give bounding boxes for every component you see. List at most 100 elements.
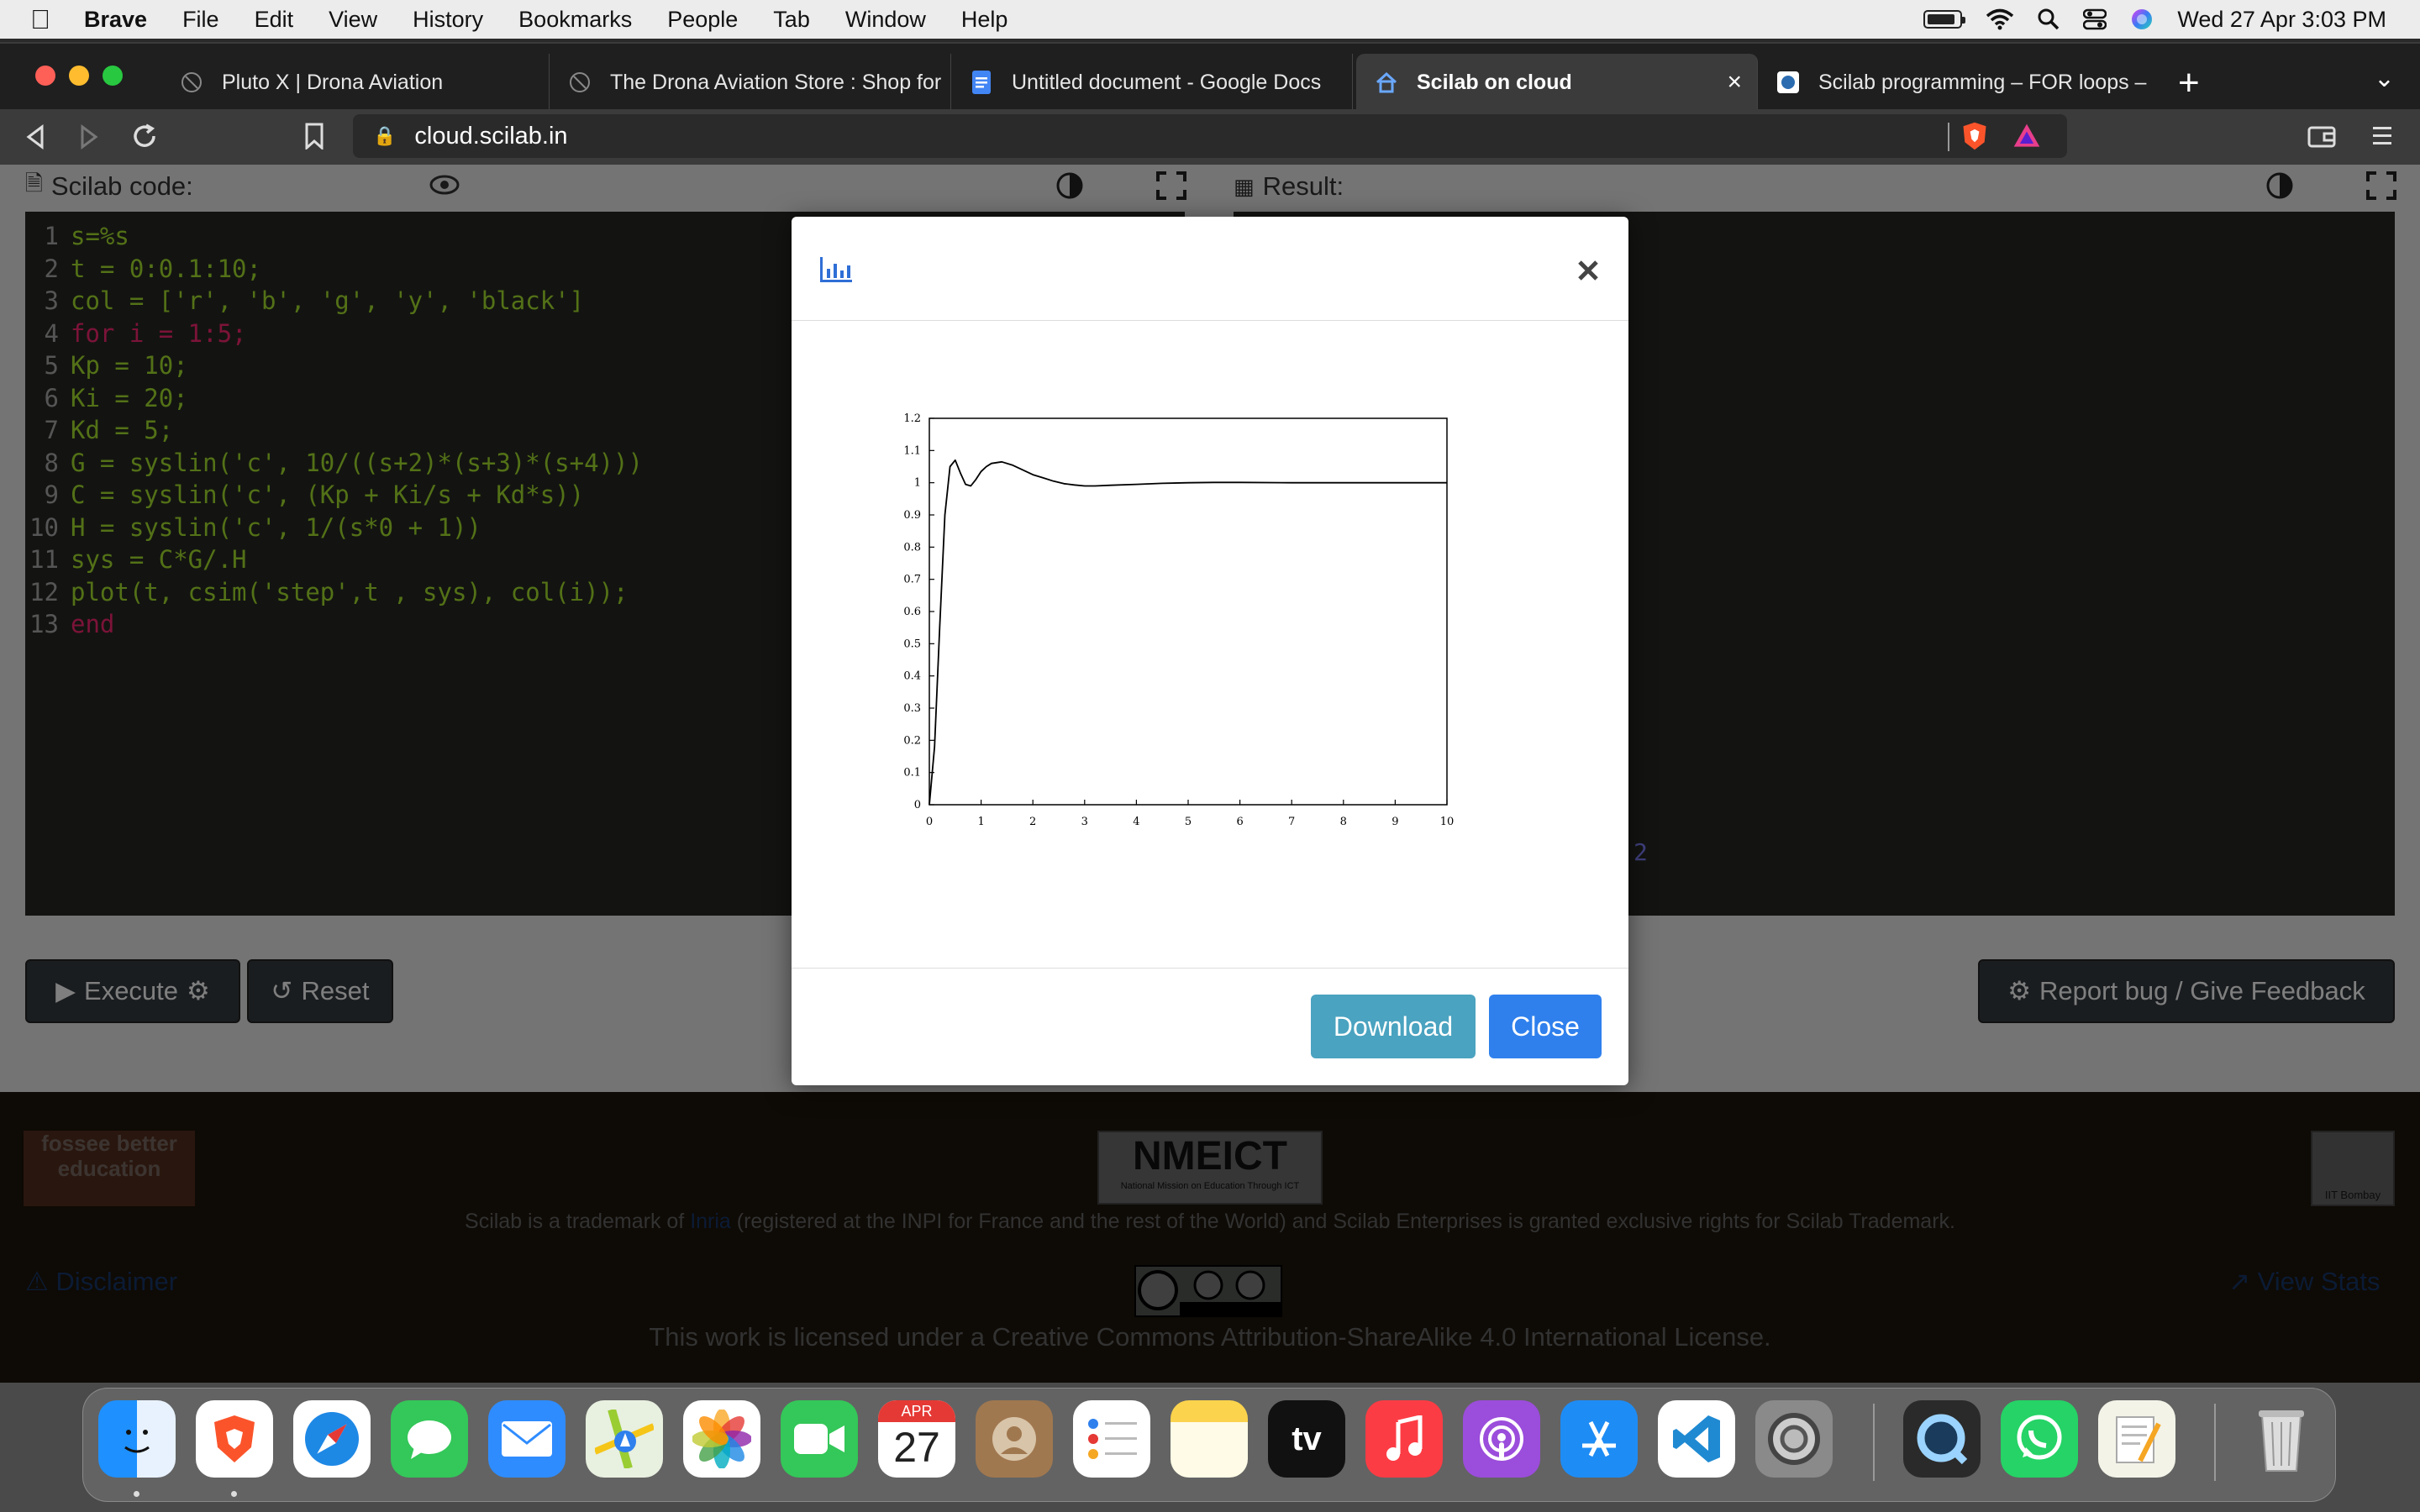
trash-icon[interactable] (2243, 1400, 2320, 1478)
bookmark-icon[interactable] (304, 123, 324, 150)
window-minimize-button[interactable] (69, 66, 89, 86)
tab-scilab-programming[interactable]: Scilab programming – FOR loops – (1758, 54, 2160, 111)
hamburger-menu-icon[interactable] (2371, 124, 2393, 148)
facetime-icon[interactable] (781, 1400, 858, 1478)
tab-favicon-icon (568, 71, 592, 94)
x-tick-label: 0 (926, 816, 933, 828)
google-docs-icon (970, 71, 993, 94)
menu-window[interactable]: Window (845, 7, 926, 33)
modal-close-icon[interactable] (1576, 259, 1600, 282)
messages-icon[interactable] (391, 1400, 468, 1478)
plot-modal: 0 1 2 3 4 5 6 7 8 9 10 0 0.1 0.2 0.3 0.4 0.5 0.6 0.7 0.8 0.9… (792, 217, 1628, 1085)
menu-view[interactable]: View (329, 7, 377, 33)
tab-drona-store[interactable]: The Drona Aviation Store : Shop for (550, 54, 951, 111)
system-preferences-icon[interactable] (1755, 1400, 1833, 1478)
photos-icon[interactable] (683, 1400, 760, 1478)
y-tick-label: 0.2 (903, 734, 921, 747)
podcasts-icon[interactable] (1463, 1400, 1540, 1478)
modal-header (792, 217, 1628, 321)
wallet-icon[interactable] (2307, 124, 2338, 150)
brave-shields-icon[interactable] (1958, 121, 1991, 151)
brave-rewards-icon[interactable] (2010, 121, 2044, 151)
tab-pluto-x[interactable]: Pluto X | Drona Aviation (161, 54, 550, 111)
notes-icon[interactable] (1171, 1400, 1248, 1478)
tab-google-docs[interactable]: Untitled document - Google Docs (951, 54, 1353, 111)
window-close-button[interactable] (35, 66, 55, 86)
x-tick-label: 6 (1236, 816, 1243, 828)
music-icon[interactable] (1365, 1400, 1443, 1478)
tab-scilab-on-cloud[interactable]: Scilab on cloud × (1356, 54, 1758, 111)
siri-icon[interactable] (2130, 8, 2154, 31)
new-tab-button[interactable]: + (2178, 62, 2200, 104)
screen: { "menubar": { "app": "Brave", "items": … (0, 0, 2420, 1512)
menu-edit[interactable]: Edit (255, 7, 294, 33)
home-icon (1375, 71, 1398, 94)
wifi-icon[interactable] (1986, 8, 2014, 30)
maps-icon[interactable] (586, 1400, 663, 1478)
dock-divider (2214, 1404, 2216, 1481)
apple-icon[interactable]:  (30, 4, 55, 35)
y-tick-label: 0.3 (903, 702, 921, 715)
menu-app-name[interactable]: Brave (84, 7, 147, 33)
address-bar[interactable]: 🔒 cloud.scilab.in (353, 114, 2067, 158)
control-center-icon[interactable] (2083, 8, 2107, 30)
menu-tab[interactable]: Tab (773, 7, 810, 33)
dock: APR 27 tv (82, 1388, 2336, 1502)
series-line (929, 459, 1447, 806)
x-tick-label: 1 (977, 816, 984, 828)
back-button[interactable] (25, 124, 45, 150)
tab-favicon-icon (1776, 71, 1800, 94)
textedit-icon[interactable] (2098, 1400, 2175, 1478)
contacts-icon[interactable] (976, 1400, 1053, 1478)
whatsapp-icon[interactable] (2001, 1400, 2078, 1478)
plot-axes-box (929, 417, 1448, 806)
finder-icon[interactable] (98, 1400, 176, 1478)
status-area: Wed 27 Apr 3:03 PM (1923, 0, 2386, 39)
footer-backdrop (0, 1092, 2420, 1383)
menu-help[interactable]: Help (961, 7, 1008, 33)
calendar-icon[interactable]: APR 27 (878, 1400, 955, 1478)
urlbar-divider (1948, 123, 1949, 151)
url-text[interactable]: cloud.scilab.in (414, 123, 567, 150)
menu-bookmarks[interactable]: Bookmarks (518, 7, 632, 33)
reload-button[interactable] (131, 123, 158, 150)
brave-icon[interactable] (196, 1400, 273, 1478)
dock-running-dot (231, 1491, 237, 1497)
app-store-icon[interactable] (1560, 1400, 1638, 1478)
menu-people[interactable]: People (667, 7, 738, 33)
x-tick-label: 10 (1440, 816, 1455, 828)
tab-close-icon[interactable]: × (1727, 68, 1742, 97)
window-zoom-button[interactable] (103, 66, 123, 86)
forward-button[interactable] (79, 124, 99, 150)
y-tick-label: 0.4 (903, 670, 921, 683)
x-tick-label: 7 (1288, 816, 1295, 828)
spotlight-search-icon[interactable] (2038, 8, 2060, 30)
y-tick-label: 0.5 (903, 638, 921, 650)
step-response-plot: 0 1 2 3 4 5 6 7 8 9 10 0 0.1 0.2 0.3 0.4 0.5 0.6 0.7 0.8 0.9… (903, 412, 1455, 828)
battery-icon[interactable] (1923, 10, 1966, 29)
tab-title: Pluto X | Drona Aviation (222, 70, 444, 94)
x-tick-label: 3 (1081, 816, 1088, 828)
menubar-clock[interactable]: Wed 27 Apr 3:03 PM (2177, 7, 2386, 33)
vscode-icon[interactable] (1658, 1400, 1735, 1478)
y-tick-label: 0.9 (903, 509, 921, 522)
x-tick-label: 4 (1133, 816, 1139, 828)
reminders-icon[interactable] (1073, 1400, 1150, 1478)
x-tick-label: 5 (1185, 816, 1192, 828)
lock-icon: 🔒 (373, 125, 397, 146)
menu-history[interactable]: History (413, 7, 483, 33)
download-button[interactable]: Download (1311, 995, 1476, 1058)
quicktime-icon[interactable] (1903, 1400, 1981, 1478)
y-tick-label: 0.1 (903, 767, 921, 780)
browser-tab-bar: Pluto X | Drona Aviation The Drona Aviat… (0, 42, 2420, 119)
mail-icon[interactable] (488, 1400, 566, 1478)
tab-title: Untitled document - Google Docs (1012, 70, 1322, 94)
apple-tv-icon[interactable]: tv (1268, 1400, 1345, 1478)
apple-tv-label: tv (1292, 1420, 1322, 1457)
menu-file[interactable]: File (182, 7, 219, 33)
close-button[interactable]: Close (1489, 995, 1602, 1058)
x-tick-label: 8 (1340, 816, 1347, 828)
y-tick-label: 1 (914, 477, 921, 490)
safari-icon[interactable] (293, 1400, 371, 1478)
tab-list-chevron-icon[interactable]: ⌄ (2374, 64, 2395, 93)
